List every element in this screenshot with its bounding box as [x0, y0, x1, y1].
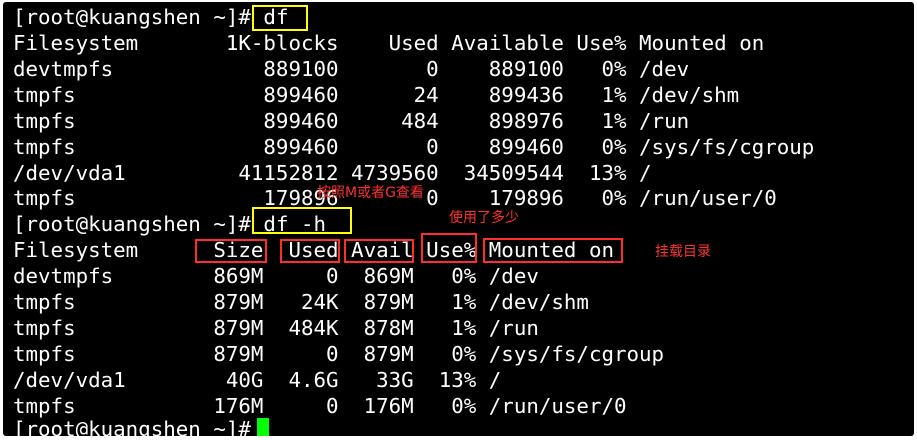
current-prompt-line[interactable]: [root@kuangshen ~]# — [13, 416, 263, 436]
df-row: tmpfs 899460 0 899460 0% /sys/fs/cgroup — [13, 135, 815, 159]
text-cursor — [257, 418, 269, 436]
shell-prompt: [root@kuangshen ~]# — [13, 417, 264, 436]
df-row: tmpfs 899460 24 899436 1% /dev/shm — [13, 83, 740, 107]
shell-prompt: [root@kuangshen ~]# — [13, 212, 264, 236]
annotation-mount-dir: 挂载目录 — [655, 244, 711, 260]
shell-prompt: [root@kuangshen ~]# — [13, 5, 264, 29]
df-h-row: devtmpfs 869M 0 869M 0% /dev — [13, 264, 539, 288]
df-header: Filesystem 1K-blocks Used Available Use%… — [13, 31, 765, 55]
highlight-box-mounted-on-column — [483, 238, 623, 263]
highlight-box-avail-column — [344, 239, 414, 263]
annotation-used-amount: 使用了多少 — [449, 210, 519, 226]
df-h-row: tmpfs 879M 484K 878M 1% /run — [13, 316, 539, 340]
highlight-box-used-column — [280, 239, 340, 263]
df-row: tmpfs 899460 484 898976 1% /run — [13, 109, 690, 133]
df-h-row: /dev/vda1 40G 4.6G 33G 13% / — [13, 368, 502, 392]
df-row: devtmpfs 889100 0 889100 0% /dev — [13, 57, 690, 81]
command-line-df: [root@kuangshen ~]# df — [13, 4, 288, 30]
highlight-box-size-column — [195, 239, 267, 263]
df-row: /dev/vda1 41152812 4739560 34509544 13% … — [13, 161, 652, 185]
df-h-row: tmpfs 879M 24K 879M 1% /dev/shm — [13, 290, 589, 314]
highlight-box-use-percent-column — [421, 233, 477, 263]
df-h-row: tmpfs 879M 0 879M 0% /sys/fs/cgroup — [13, 342, 665, 366]
terminal-window[interactable]: [root@kuangshen ~]# df Filesystem 1K-blo… — [3, 2, 914, 436]
highlight-box-df-command — [252, 5, 308, 31]
highlight-box-df-h-command — [252, 207, 352, 234]
annotation-view-by-mg: 按照M或者G查看 — [317, 185, 424, 201]
